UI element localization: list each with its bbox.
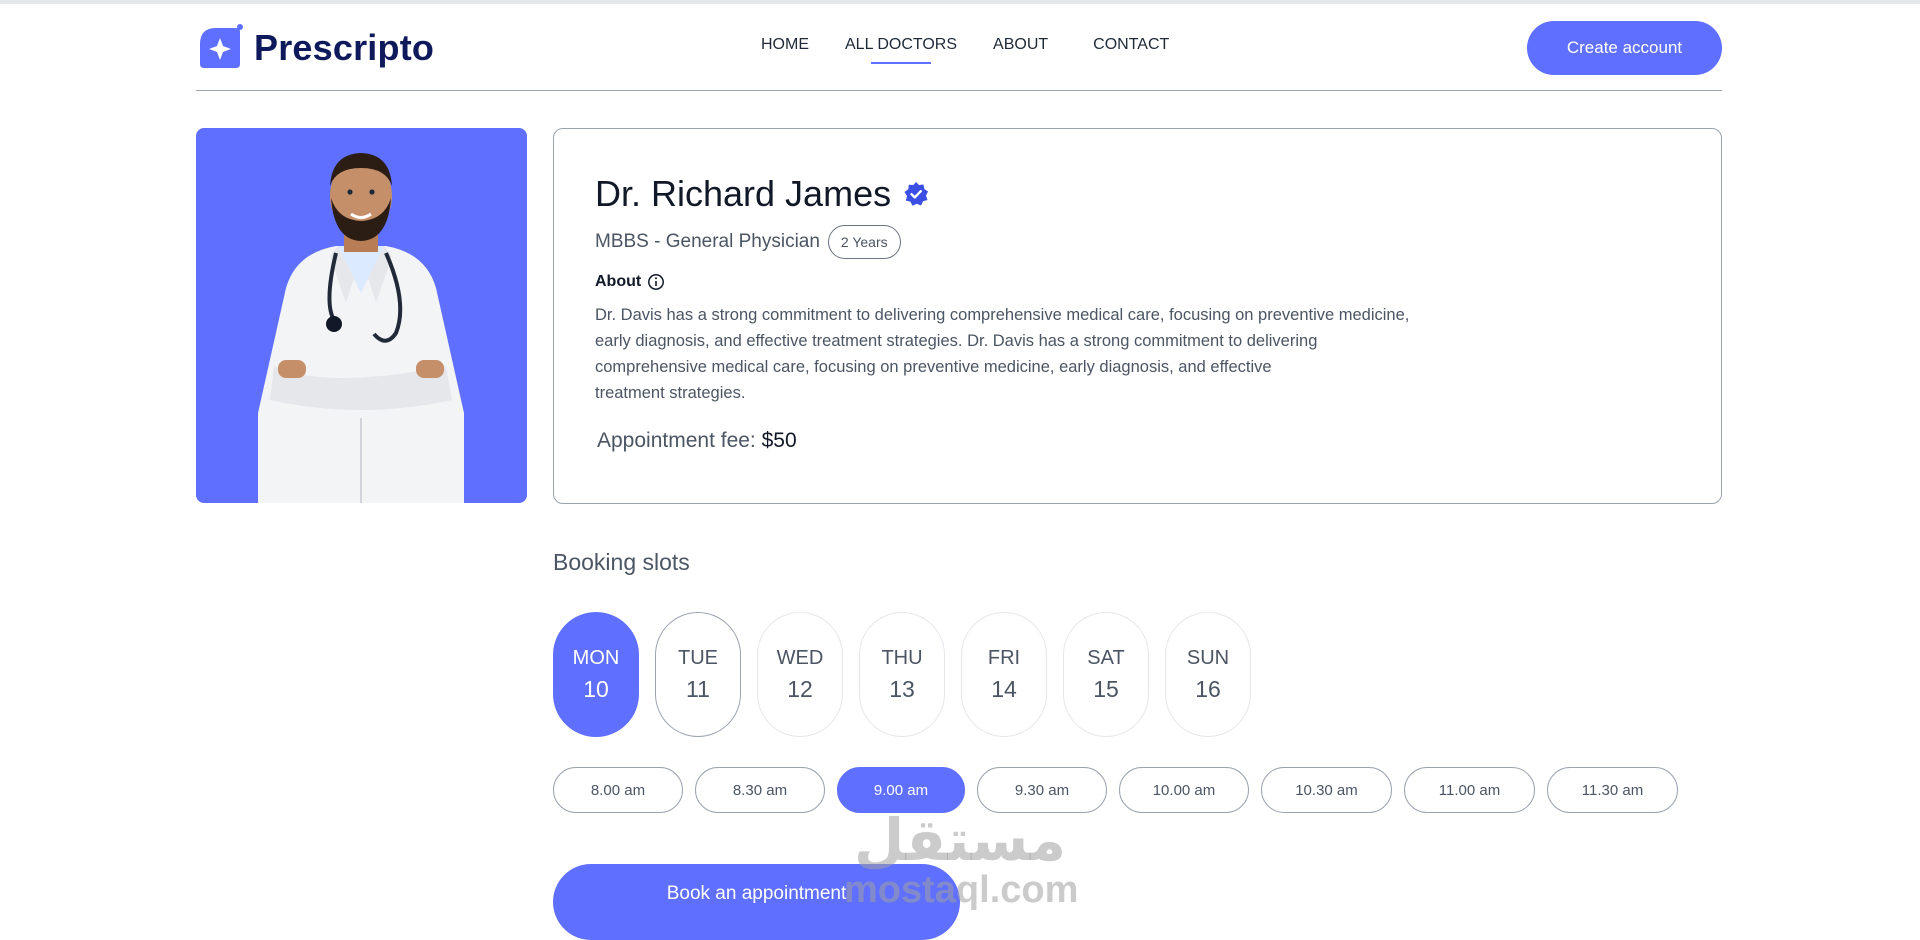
day-date: 13: [889, 675, 915, 702]
time-slot-selector: 8.00 am 8.30 am 9.00 am 9.30 am 10.00 am…: [553, 767, 1690, 813]
time-slot[interactable]: 11.30 am: [1547, 767, 1678, 813]
time-slot[interactable]: 9.30 am: [977, 767, 1107, 813]
day-slot[interactable]: FRI 14: [961, 612, 1047, 737]
logo[interactable]: Prescripto: [196, 24, 434, 72]
day-date: 15: [1093, 675, 1119, 702]
day-slot[interactable]: MON 10: [553, 612, 639, 737]
time-slot[interactable]: 10.30 am: [1261, 767, 1392, 813]
day-date: 11: [686, 675, 710, 702]
day-slot[interactable]: WED 12: [757, 612, 843, 737]
nav-contact[interactable]: CONTACT: [1093, 36, 1169, 54]
day-selector: MON 10 TUE 11 WED 12 THU 13 FRI 14 SAT 1…: [553, 612, 1251, 737]
nav-about[interactable]: ABOUT: [993, 36, 1048, 54]
time-slot[interactable]: 8.30 am: [695, 767, 825, 813]
top-border: [0, 0, 1920, 4]
doctor-illustration: [258, 153, 464, 503]
doctor-name-row: Dr. Richard James: [595, 173, 929, 215]
about-heading: About: [595, 273, 665, 291]
verified-icon: [904, 182, 929, 206]
experience-badge: 2 Years: [827, 225, 901, 259]
time-slot[interactable]: 11.00 am: [1404, 767, 1535, 813]
about-label: About: [595, 273, 642, 290]
day-date: 12: [787, 675, 813, 702]
day-slot[interactable]: SAT 15: [1063, 612, 1149, 737]
create-account-button[interactable]: Create account: [1527, 21, 1722, 75]
time-slot[interactable]: 8.00 am: [553, 767, 683, 813]
fee-label: Appointment fee:: [597, 429, 756, 452]
day-date: 16: [1195, 675, 1221, 702]
day-name: WED: [776, 646, 824, 669]
fee-value: $50: [761, 429, 797, 452]
day-slot[interactable]: THU 13: [859, 612, 945, 737]
day-date: 10: [583, 675, 609, 702]
booking-slots-title: Booking slots: [553, 549, 690, 575]
day-name: TUE: [678, 646, 718, 669]
watermark-arabic: مستقل: [853, 806, 1067, 874]
day-name: FRI: [987, 646, 1021, 669]
info-icon: [648, 274, 665, 290]
about-text: Dr. Davis has a strong commitment to del…: [595, 306, 1410, 402]
main-nav: HOME ALL DOCTORS ABOUT CONTACT: [761, 36, 1205, 64]
day-name: SUN: [1186, 646, 1230, 669]
book-appointment-button[interactable]: Book an appointment: [553, 864, 960, 940]
appointment-fee: Appointment fee: $50: [597, 429, 797, 453]
logo-icon: [200, 24, 243, 68]
specialty-row: MBBS - General Physician 2 Years: [595, 225, 901, 259]
day-slot[interactable]: SUN 16: [1165, 612, 1251, 737]
day-date: 14: [991, 675, 1017, 702]
time-slot[interactable]: 10.00 am: [1119, 767, 1249, 813]
doctor-photo: [196, 128, 527, 503]
brand-name: Prescripto: [254, 27, 435, 68]
time-slot[interactable]: 9.00 am: [837, 767, 965, 813]
nav-all-doctors[interactable]: ALL DOCTORS: [845, 36, 957, 64]
doctor-name: Dr. Richard James: [595, 173, 892, 214]
day-slot[interactable]: TUE 11: [655, 612, 741, 737]
doctor-specialty: MBBS - General Physician: [595, 231, 820, 252]
nav-home[interactable]: HOME: [761, 36, 809, 54]
navbar: Prescripto HOME ALL DOCTORS ABOUT CONTAC…: [196, 20, 1722, 91]
day-name: THU: [881, 646, 923, 669]
day-name: SAT: [1087, 646, 1125, 669]
day-name: MON: [572, 646, 620, 669]
doctor-info-card: Dr. Richard James MBBS - General Physici…: [553, 128, 1722, 504]
